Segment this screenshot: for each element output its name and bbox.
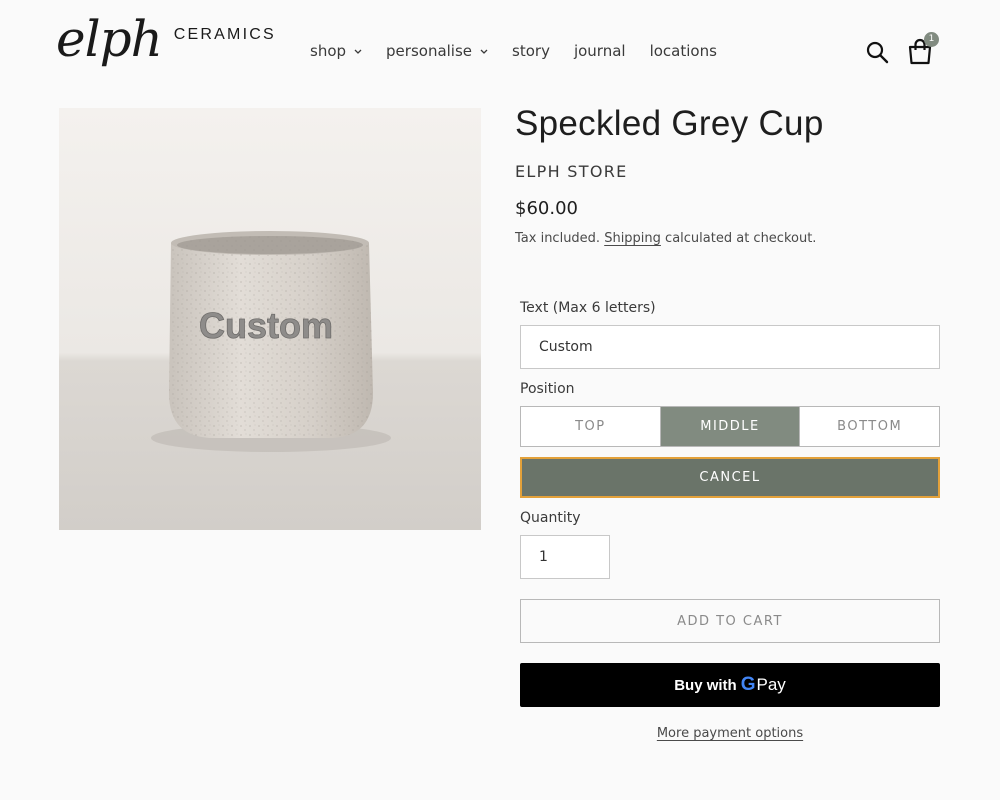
nav-item-journal[interactable]: journal bbox=[574, 42, 626, 60]
tax-prefix: Tax included. bbox=[515, 231, 605, 246]
product-image[interactable]: Custom bbox=[59, 108, 481, 530]
more-payment-options-link[interactable]: More payment options bbox=[657, 726, 803, 741]
google-g-icon: G bbox=[740, 674, 756, 695]
tax-note: Tax included. Shipping calculated at che… bbox=[515, 231, 816, 246]
gpay-prefix: Buy with bbox=[674, 676, 737, 694]
position-middle-button[interactable]: MIDDLE bbox=[659, 407, 800, 446]
nav-item-label: locations bbox=[649, 42, 717, 60]
gpay-pay-label: Pay bbox=[756, 675, 786, 694]
google-pay-button[interactable]: Buy with G Pay bbox=[520, 663, 940, 707]
add-to-cart-button[interactable]: ADD TO CART bbox=[520, 599, 940, 643]
cancel-button[interactable]: CANCEL bbox=[520, 457, 940, 498]
chevron-down-icon bbox=[480, 49, 488, 54]
quantity-input[interactable] bbox=[520, 535, 610, 579]
cart-count-badge: 1 bbox=[924, 32, 939, 47]
cup-illustration: Custom bbox=[151, 231, 391, 452]
nav-item-locations[interactable]: locations bbox=[650, 42, 717, 60]
logo-wordmark: CERAMICS bbox=[173, 26, 276, 43]
chevron-down-icon bbox=[354, 49, 362, 54]
text-option-label: Text (Max 6 letters) bbox=[520, 300, 656, 316]
position-bottom-button[interactable]: BOTTOM bbox=[799, 407, 940, 446]
product-title: Speckled Grey Cup bbox=[515, 104, 824, 143]
cup-engraved-text: Custom bbox=[199, 305, 333, 346]
search-icon[interactable] bbox=[865, 40, 889, 64]
nav-item-label: journal bbox=[573, 42, 626, 60]
nav-item-label: shop bbox=[310, 42, 347, 60]
position-label: Position bbox=[520, 381, 575, 397]
product-price: $60.00 bbox=[515, 198, 578, 219]
nav-item-shop[interactable]: shop bbox=[310, 42, 362, 60]
position-top-button[interactable]: TOP bbox=[521, 407, 660, 446]
quantity-label: Quantity bbox=[520, 510, 581, 526]
nav-item-personalise[interactable]: personalise bbox=[386, 42, 488, 60]
position-selector: TOP MIDDLE BOTTOM bbox=[520, 406, 940, 447]
nav-item-story[interactable]: story bbox=[512, 42, 550, 60]
nav-item-label: story bbox=[512, 42, 550, 60]
logo-script-text: elph bbox=[56, 10, 163, 68]
brand-logo[interactable]: elph CERAMICS bbox=[56, 14, 276, 64]
main-nav: shop personalise story journal locations bbox=[310, 42, 717, 60]
custom-text-input[interactable] bbox=[520, 325, 940, 369]
more-payment-options: More payment options bbox=[520, 726, 940, 741]
tax-suffix: calculated at checkout. bbox=[660, 231, 817, 246]
nav-item-label: personalise bbox=[386, 42, 473, 60]
product-vendor: ELPH STORE bbox=[515, 162, 628, 181]
shipping-link[interactable]: Shipping bbox=[604, 231, 661, 246]
